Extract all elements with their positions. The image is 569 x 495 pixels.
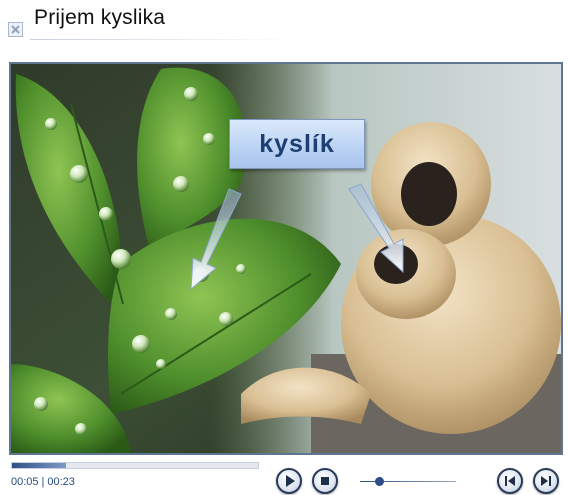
previous-button[interactable] [497,468,523,494]
title-underline [30,39,300,40]
duration: 00:23 [47,476,75,488]
oxygen-label: kyslík [259,130,335,158]
next-icon [541,476,551,486]
time-separator: | [41,476,45,488]
page-title: Prijem kyslika [34,6,166,29]
time-display: 00:05 | 00:23 [11,476,75,488]
video-frame[interactable]: kyslík [9,62,563,455]
previous-icon [505,476,515,486]
play-button[interactable] [276,468,302,494]
stop-icon [321,477,329,485]
progress-fill [12,463,67,468]
close-icon[interactable] [8,22,23,37]
stop-button[interactable] [312,468,338,494]
next-button[interactable] [533,468,559,494]
play-icon [286,475,295,487]
progress-bar[interactable] [11,462,259,469]
oxygen-label-box: kyslík [229,119,365,169]
current-time: 00:05 [11,476,39,488]
volume-slider-knob[interactable] [374,477,384,486]
